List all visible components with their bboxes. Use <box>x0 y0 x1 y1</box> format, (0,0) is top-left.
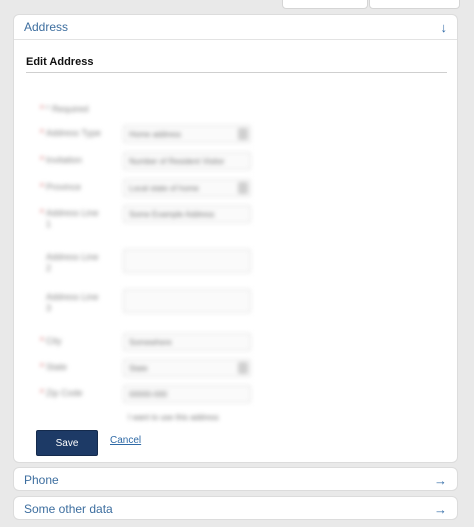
field-label: Invitation <box>46 155 83 165</box>
form-row-checkbox: I want to use this address <box>38 409 278 429</box>
other-data-panel-title: Some other data <box>24 502 113 516</box>
other-data-panel-header[interactable]: Some other data → <box>14 497 457 521</box>
save-button[interactable]: Save <box>36 430 98 456</box>
required-note: * * Required <box>38 101 278 121</box>
other-data-panel[interactable]: Some other data → <box>13 496 458 520</box>
required-marker: * <box>40 104 44 115</box>
top-tab-button-left[interactable] <box>282 0 368 9</box>
required-marker: * <box>40 362 44 373</box>
arrow-right-icon: → <box>434 472 447 488</box>
form-row-address-line-1: * Address Line 1 Some Example Address <box>38 205 278 229</box>
form-row-state: * State State <box>38 359 278 379</box>
required-marker: * <box>40 128 44 139</box>
top-tab-button-right[interactable] <box>369 0 460 9</box>
address-form: * * Required * Address Type Home address… <box>38 101 278 422</box>
cancel-link[interactable]: Cancel <box>110 435 141 446</box>
required-marker: * <box>40 336 44 347</box>
address-panel-header[interactable]: Address ↓ <box>14 15 457 39</box>
required-marker: * <box>40 208 44 219</box>
zip-code-input[interactable]: 00000-000 <box>123 385 251 403</box>
form-row-zip-code: * Zip Code 00000-000 <box>38 385 278 405</box>
field-label: Address Line 2 <box>46 252 99 273</box>
phone-panel[interactable]: Phone → <box>13 467 458 491</box>
use-address-checkbox[interactable]: I want to use this address <box>123 409 251 427</box>
form-row-address-line-3: Address Line 3 <box>38 289 278 313</box>
field-label: Address Line 1 <box>46 208 99 229</box>
arrow-down-icon: ↓ <box>440 19 448 35</box>
invitation-input[interactable]: Number of Resident Visitor <box>123 152 251 170</box>
form-row-city: * City Somewhere <box>38 333 278 353</box>
form-row-province: * Province Local state of home <box>38 179 278 199</box>
field-label: City <box>46 336 62 346</box>
address-line-2-input[interactable] <box>123 249 251 273</box>
city-input[interactable]: Somewhere <box>123 333 251 351</box>
field-label: Province <box>46 182 82 192</box>
form-row-address-line-2: Address Line 2 <box>38 249 278 273</box>
field-label: State <box>46 362 68 372</box>
address-type-select[interactable]: Home address <box>123 125 251 143</box>
address-line-3-input[interactable] <box>123 289 251 313</box>
section-title: Edit Address <box>26 56 447 73</box>
address-line-1-input[interactable]: Some Example Address <box>123 205 251 223</box>
address-panel-title: Address <box>24 20 69 34</box>
phone-panel-title: Phone <box>24 473 59 487</box>
address-panel: Address ↓ Edit Address * * Required * Ad… <box>13 14 458 463</box>
required-marker: * <box>40 388 44 399</box>
header-divider <box>14 39 457 40</box>
province-select[interactable]: Local state of home <box>123 179 251 197</box>
field-label: Address Line 3 <box>46 292 99 313</box>
arrow-right-icon: → <box>434 501 447 517</box>
form-row-address-type: * Address Type Home address <box>38 125 278 145</box>
form-row-invitation: * Invitation Number of Resident Visitor <box>38 152 278 172</box>
field-label: Address Type <box>46 128 101 138</box>
phone-panel-header[interactable]: Phone → <box>14 468 457 492</box>
required-marker: * <box>40 182 44 193</box>
field-label: Zip Code <box>46 388 83 398</box>
required-label: * Required <box>46 104 89 114</box>
required-marker: * <box>40 155 44 166</box>
state-select[interactable]: State <box>123 359 251 377</box>
